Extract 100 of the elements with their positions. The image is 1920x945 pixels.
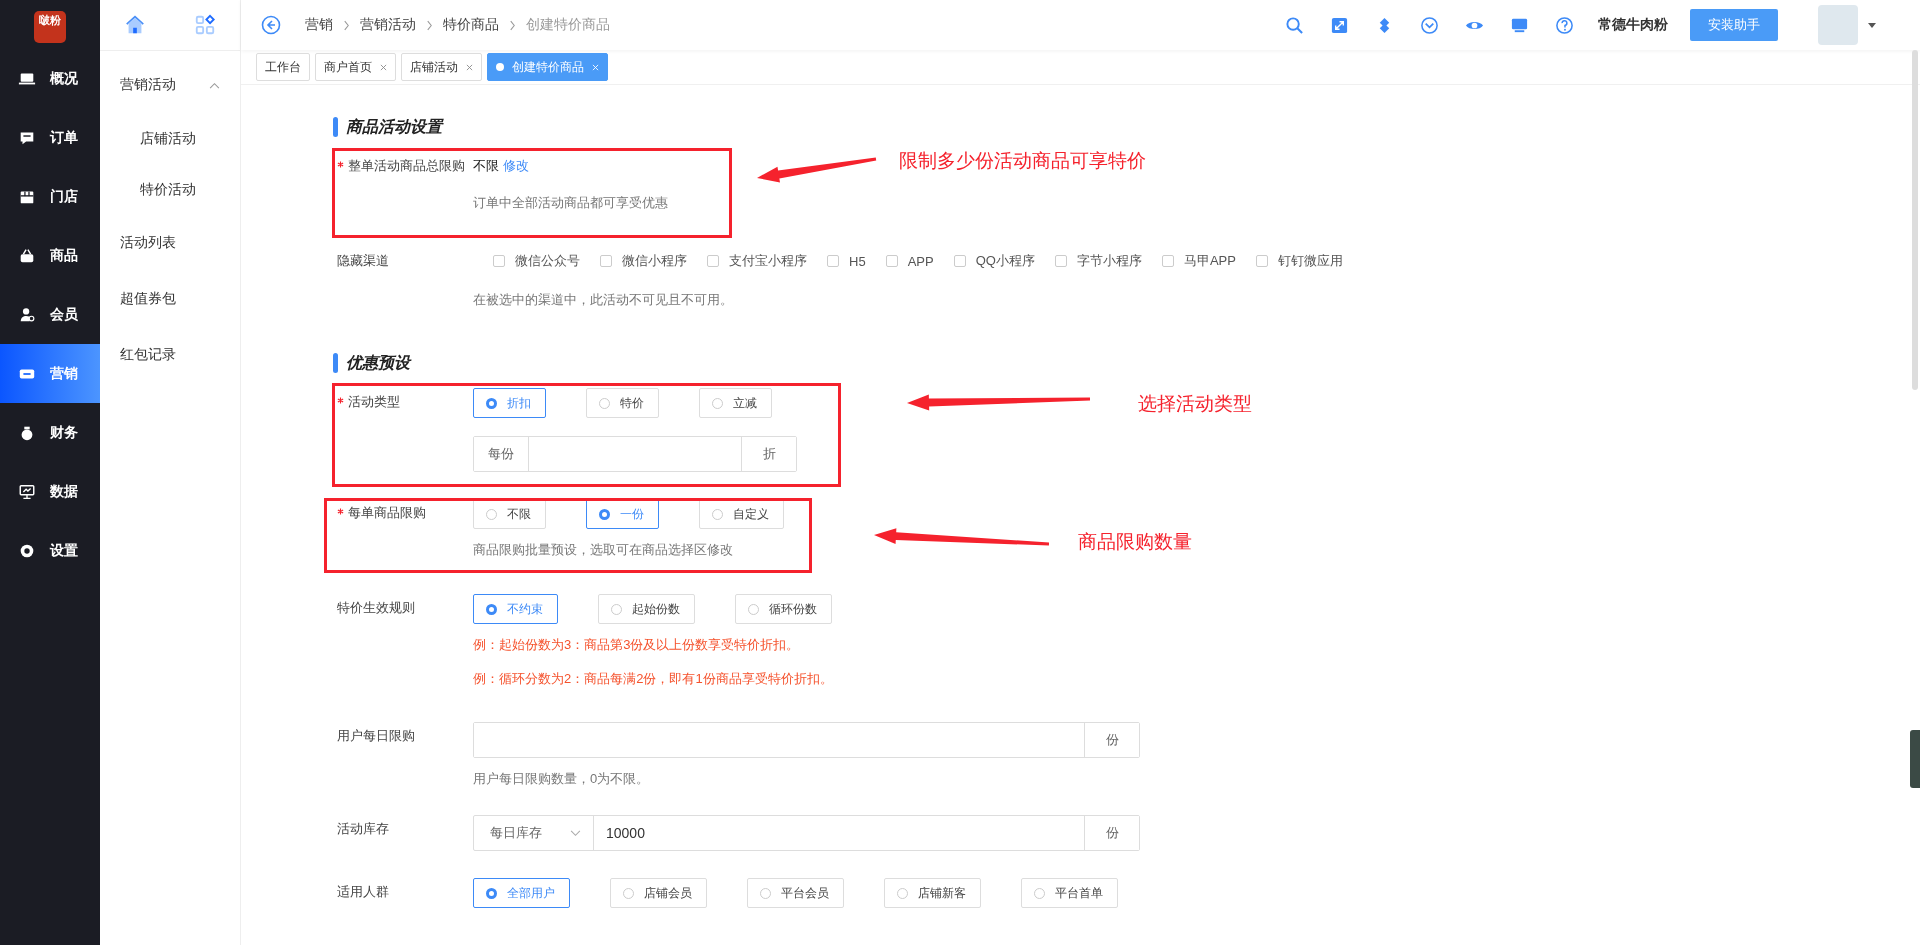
annotation-text: 限制多少份活动商品可享特价 xyxy=(899,149,1146,173)
section-title: 商品活动设置 xyxy=(346,116,442,137)
checkbox-option[interactable]: QQ小程序 xyxy=(953,252,1035,270)
user-icon xyxy=(18,305,36,324)
close-icon[interactable] xyxy=(380,63,387,71)
menu-item[interactable]: 特价活动 xyxy=(100,164,240,215)
nav-item[interactable]: 财务 xyxy=(0,403,100,462)
radio-option[interactable]: 店铺新客 xyxy=(884,878,981,908)
brand-logo: 啵粉 xyxy=(34,11,66,43)
breadcrumb-item[interactable]: 营销 xyxy=(305,16,333,34)
checkbox-option[interactable]: 钉钉微应用 xyxy=(1255,252,1343,270)
nav-item[interactable]: 概况 xyxy=(0,49,100,108)
field-hint: 商品限购批量预设，选取可在商品选择区修改 xyxy=(473,541,733,559)
section-marker xyxy=(333,117,338,137)
nav-item[interactable]: 订单 xyxy=(0,108,100,167)
menu-group[interactable]: 红包记录 xyxy=(100,327,240,383)
chevron-icon xyxy=(570,829,581,837)
checkbox[interactable] xyxy=(1161,255,1174,267)
checkbox-option[interactable]: 微信小程序 xyxy=(600,252,687,270)
nav-item[interactable]: 门店 xyxy=(0,167,100,226)
radio-option[interactable]: 一份 xyxy=(586,499,659,529)
checkbox[interactable] xyxy=(953,255,966,267)
radio-option[interactable]: 立减 xyxy=(699,388,772,418)
input-group[interactable]: 份 xyxy=(473,722,1140,758)
input-group[interactable]: 每日库存 10000 份 xyxy=(473,815,1140,851)
help-icon[interactable] xyxy=(1555,15,1574,35)
radio-option[interactable]: 自定义 xyxy=(699,499,784,529)
checkbox[interactable] xyxy=(707,255,719,267)
field-label: 隐藏渠道 xyxy=(337,252,389,270)
input-suffix: 份 xyxy=(1084,723,1139,757)
checkbox-option[interactable]: H5 xyxy=(827,253,866,269)
checkbox[interactable] xyxy=(1054,255,1067,267)
radio-option[interactable]: 循环份数 xyxy=(735,594,832,624)
checkbox[interactable] xyxy=(885,255,898,267)
field-hint: 用户每日限购数量，0为不限。 xyxy=(473,770,650,788)
store-name: 常德牛肉粉 xyxy=(1598,16,1668,34)
field-label: 活动类型 xyxy=(348,393,400,411)
menu-group[interactable]: 营销活动 xyxy=(100,57,240,113)
example-note: 例：起始份数为3：商品第3份及以上份数享受特价折扣。 xyxy=(473,636,800,654)
tab[interactable]: 商户首页 xyxy=(315,53,396,81)
checkbox-option[interactable]: 字节小程序 xyxy=(1054,252,1142,270)
radio-option[interactable]: 不约束 xyxy=(473,594,558,624)
chevron-icon xyxy=(209,81,220,89)
menu-group[interactable]: 超值券包 xyxy=(100,271,240,327)
field-label: 整单活动商品总限购 xyxy=(348,157,465,175)
chevron-icon xyxy=(343,19,350,31)
tab[interactable]: 店铺活动 xyxy=(401,53,482,81)
dropdown-circle-icon[interactable] xyxy=(1420,15,1439,35)
radio-option[interactable]: 不限 xyxy=(473,499,546,529)
checkbox-option[interactable]: 支付宝小程序 xyxy=(707,252,807,270)
nav-item[interactable]: 商品 xyxy=(0,226,100,285)
breadcrumb-item[interactable]: 营销活动 xyxy=(360,16,416,34)
scrollbar[interactable] xyxy=(1912,50,1918,390)
field-hint: 订单中全部活动商品都可享受优惠 xyxy=(473,194,668,212)
menu-item[interactable]: 店铺活动 xyxy=(100,113,240,164)
radio-option[interactable]: 折扣 xyxy=(473,388,546,418)
radio-option[interactable]: 全部用户 xyxy=(473,878,570,908)
checkbox-option[interactable]: 马甲APP xyxy=(1161,252,1236,270)
breadcrumb-item: 创建特价商品 xyxy=(526,16,610,34)
input-prefix: 每份 xyxy=(474,437,529,471)
fullscreen-icon[interactable] xyxy=(1330,15,1349,35)
example-note: 例：循环分数为2：商品每满2份，即有1份商品享受特价折扣。 xyxy=(473,670,833,688)
field-label: 每单商品限购 xyxy=(348,504,426,522)
annotation-text: 选择活动类型 xyxy=(1138,392,1252,416)
menu-group[interactable]: 活动列表 xyxy=(100,215,240,271)
bag-icon xyxy=(18,246,36,265)
checkbox[interactable] xyxy=(493,255,505,267)
monitor-icon xyxy=(18,482,36,501)
input-suffix: 份 xyxy=(1084,816,1139,850)
field-label: 特价生效规则 xyxy=(337,599,415,617)
nav-item[interactable]: 会员 xyxy=(0,285,100,344)
tab[interactable]: 工作台 xyxy=(256,53,310,81)
radio-option[interactable]: 店铺会员 xyxy=(610,878,707,908)
caret-icon[interactable] xyxy=(1868,22,1876,28)
chevron-icon xyxy=(509,19,516,31)
checkbox-option[interactable]: APP xyxy=(885,253,934,269)
radio-option[interactable]: 起始份数 xyxy=(598,594,695,624)
checkbox[interactable] xyxy=(827,255,839,267)
apps-icon[interactable] xyxy=(194,14,216,36)
back-icon[interactable] xyxy=(261,15,281,35)
checkbox-option[interactable]: 微信公众号 xyxy=(493,252,580,270)
home-icon[interactable] xyxy=(124,14,146,36)
section-title: 优惠预设 xyxy=(346,352,410,373)
input-group[interactable]: 每份 折 xyxy=(473,436,797,472)
radio-option[interactable]: 平台会员 xyxy=(747,878,844,908)
radio-option[interactable]: 平台首单 xyxy=(1021,878,1118,908)
checkbox[interactable] xyxy=(600,255,612,267)
field-label: 活动库存 xyxy=(337,820,389,838)
breadcrumb-item[interactable]: 特价商品 xyxy=(443,16,499,34)
radio-option[interactable]: 特价 xyxy=(586,388,659,418)
annotation-text: 商品限购数量 xyxy=(1078,530,1192,554)
checkbox[interactable] xyxy=(1255,255,1268,267)
limit-value: 不限 xyxy=(473,157,499,175)
nav-item[interactable]: 营销 xyxy=(0,344,100,403)
nav-item[interactable]: 设置 xyxy=(0,521,100,580)
nav-item[interactable]: 数据 xyxy=(0,462,100,521)
search-icon[interactable] xyxy=(1285,15,1304,35)
field-hint: 在被选中的渠道中，此活动不可见且不可用。 xyxy=(473,291,733,309)
close-icon[interactable] xyxy=(466,63,473,71)
edit-link[interactable]: 修改 xyxy=(503,157,529,175)
